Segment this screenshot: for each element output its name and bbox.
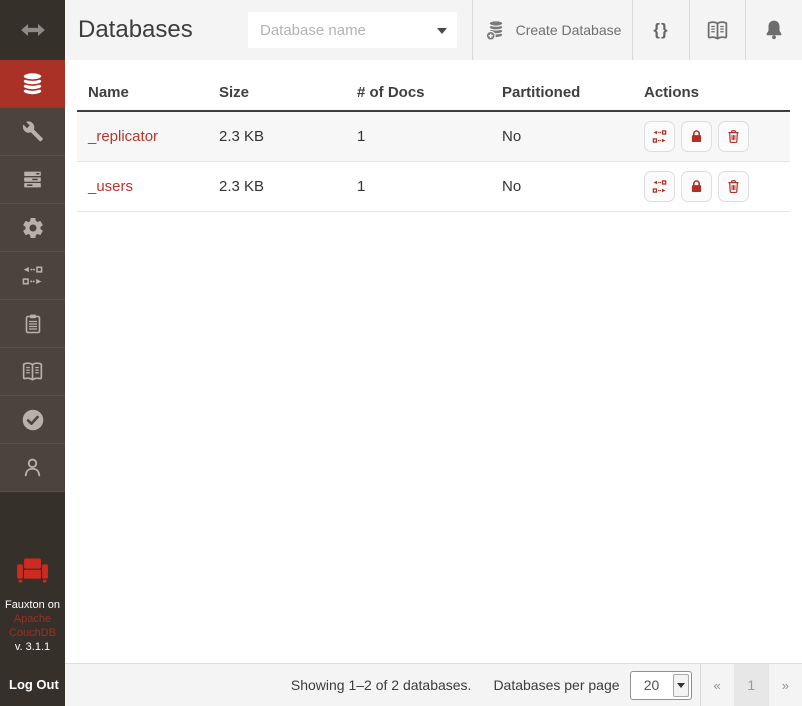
sidebar-item-server-stack[interactable] — [0, 156, 65, 204]
database-link[interactable]: _users — [88, 178, 133, 195]
sidebar-item-account[interactable] — [0, 444, 65, 492]
delete-database-button[interactable] — [718, 171, 749, 202]
select-dropdown-button[interactable] — [673, 674, 689, 697]
per-page-label: Databases per page — [493, 677, 619, 693]
caret-down-icon[interactable] — [437, 28, 447, 34]
notifications-button[interactable] — [746, 0, 802, 60]
size-cell: 2.3 KB — [219, 128, 357, 145]
column-header-size: Size — [219, 84, 357, 101]
create-database-button[interactable]: Create Database — [473, 0, 632, 60]
lock-icon — [688, 178, 705, 195]
sidebar-collapse-button[interactable] — [0, 0, 65, 60]
sidebar-item-databases[interactable] — [0, 60, 65, 108]
docs-cell: 1 — [357, 128, 502, 145]
wrench-icon — [21, 120, 45, 144]
version-label: v. 3.1.1 — [0, 640, 65, 654]
trash-icon — [725, 178, 742, 195]
check-circle-icon — [20, 407, 46, 433]
pagination-current-page[interactable]: 1 — [734, 664, 769, 706]
book-icon — [20, 359, 45, 384]
table-row: _replicator 2.3 KB 1 No — [77, 112, 790, 162]
documentation-button[interactable] — [690, 0, 745, 60]
results-summary: Showing 1–2 of 2 databases. — [291, 677, 472, 693]
sidebar-item-replication[interactable] — [0, 252, 65, 300]
pagination-prev-button[interactable]: « — [701, 678, 734, 693]
footer: Showing 1–2 of 2 databases. Databases pe… — [65, 663, 802, 706]
logout-button[interactable]: Log Out — [0, 663, 65, 706]
api-json-button[interactable]: {} — [633, 0, 689, 60]
person-icon — [20, 455, 45, 480]
set-permissions-button[interactable] — [681, 171, 712, 202]
size-cell: 2.3 KB — [219, 178, 357, 195]
set-permissions-button[interactable] — [681, 121, 712, 152]
per-page-value: 20 — [631, 677, 673, 693]
trash-icon — [725, 128, 742, 145]
page-title: Databases — [78, 0, 193, 60]
curly-braces-icon: {} — [653, 20, 668, 40]
pagination-next-button[interactable]: » — [769, 678, 802, 693]
clipboard-icon — [21, 312, 45, 336]
lock-icon — [688, 128, 705, 145]
column-header-name: Name — [77, 84, 219, 101]
partitioned-cell: No — [502, 128, 644, 145]
server-stack-icon — [20, 167, 45, 192]
sidebar-item-verify[interactable] — [0, 396, 65, 444]
replicate-database-button[interactable] — [644, 121, 675, 152]
delete-database-button[interactable] — [718, 121, 749, 152]
create-database-label: Create Database — [516, 22, 622, 38]
table-row: _users 2.3 KB 1 No — [77, 162, 790, 212]
sidebar-branding: Fauxton on Apache CouchDB v. 3.1.1 — [0, 555, 65, 654]
per-page-select[interactable]: 20 — [630, 671, 692, 700]
replication-icon — [651, 178, 668, 195]
database-icon — [19, 70, 46, 97]
replicate-database-button[interactable] — [644, 171, 675, 202]
column-header-docs: # of Docs — [357, 84, 502, 101]
column-header-actions: Actions — [644, 84, 790, 101]
sidebar-item-active-tasks[interactable] — [0, 300, 65, 348]
bell-icon — [762, 18, 786, 42]
double-arrow-icon — [18, 15, 48, 45]
database-add-icon — [484, 19, 507, 42]
database-name-input[interactable] — [248, 12, 457, 48]
topbar: Databases Create Database {} — [65, 0, 802, 60]
partitioned-cell: No — [502, 178, 644, 195]
caret-down-icon — [677, 683, 685, 688]
sidebar-item-configuration[interactable] — [0, 204, 65, 252]
gear-icon — [21, 216, 45, 240]
replication-icon — [651, 128, 668, 145]
sidebar-item-documentation[interactable] — [0, 348, 65, 396]
replication-icon — [20, 263, 45, 288]
fauxton-on-label: Fauxton on — [0, 598, 65, 612]
database-filter — [248, 12, 457, 48]
couchdb-couch-logo — [0, 555, 65, 586]
table-header-row: Name Size # of Docs Partitioned Actions — [77, 84, 790, 112]
database-link[interactable]: _replicator — [88, 128, 158, 145]
docs-cell: 1 — [357, 178, 502, 195]
databases-table: Name Size # of Docs Partitioned Actions … — [77, 84, 790, 212]
apache-couchdb-link[interactable]: Apache CouchDB — [0, 612, 65, 640]
column-header-partitioned: Partitioned — [502, 84, 644, 101]
sidebar: Fauxton on Apache CouchDB v. 3.1.1 Log O… — [0, 0, 65, 706]
sidebar-item-setup[interactable] — [0, 108, 65, 156]
book-icon — [705, 18, 730, 43]
main-content: Name Size # of Docs Partitioned Actions … — [65, 60, 802, 663]
